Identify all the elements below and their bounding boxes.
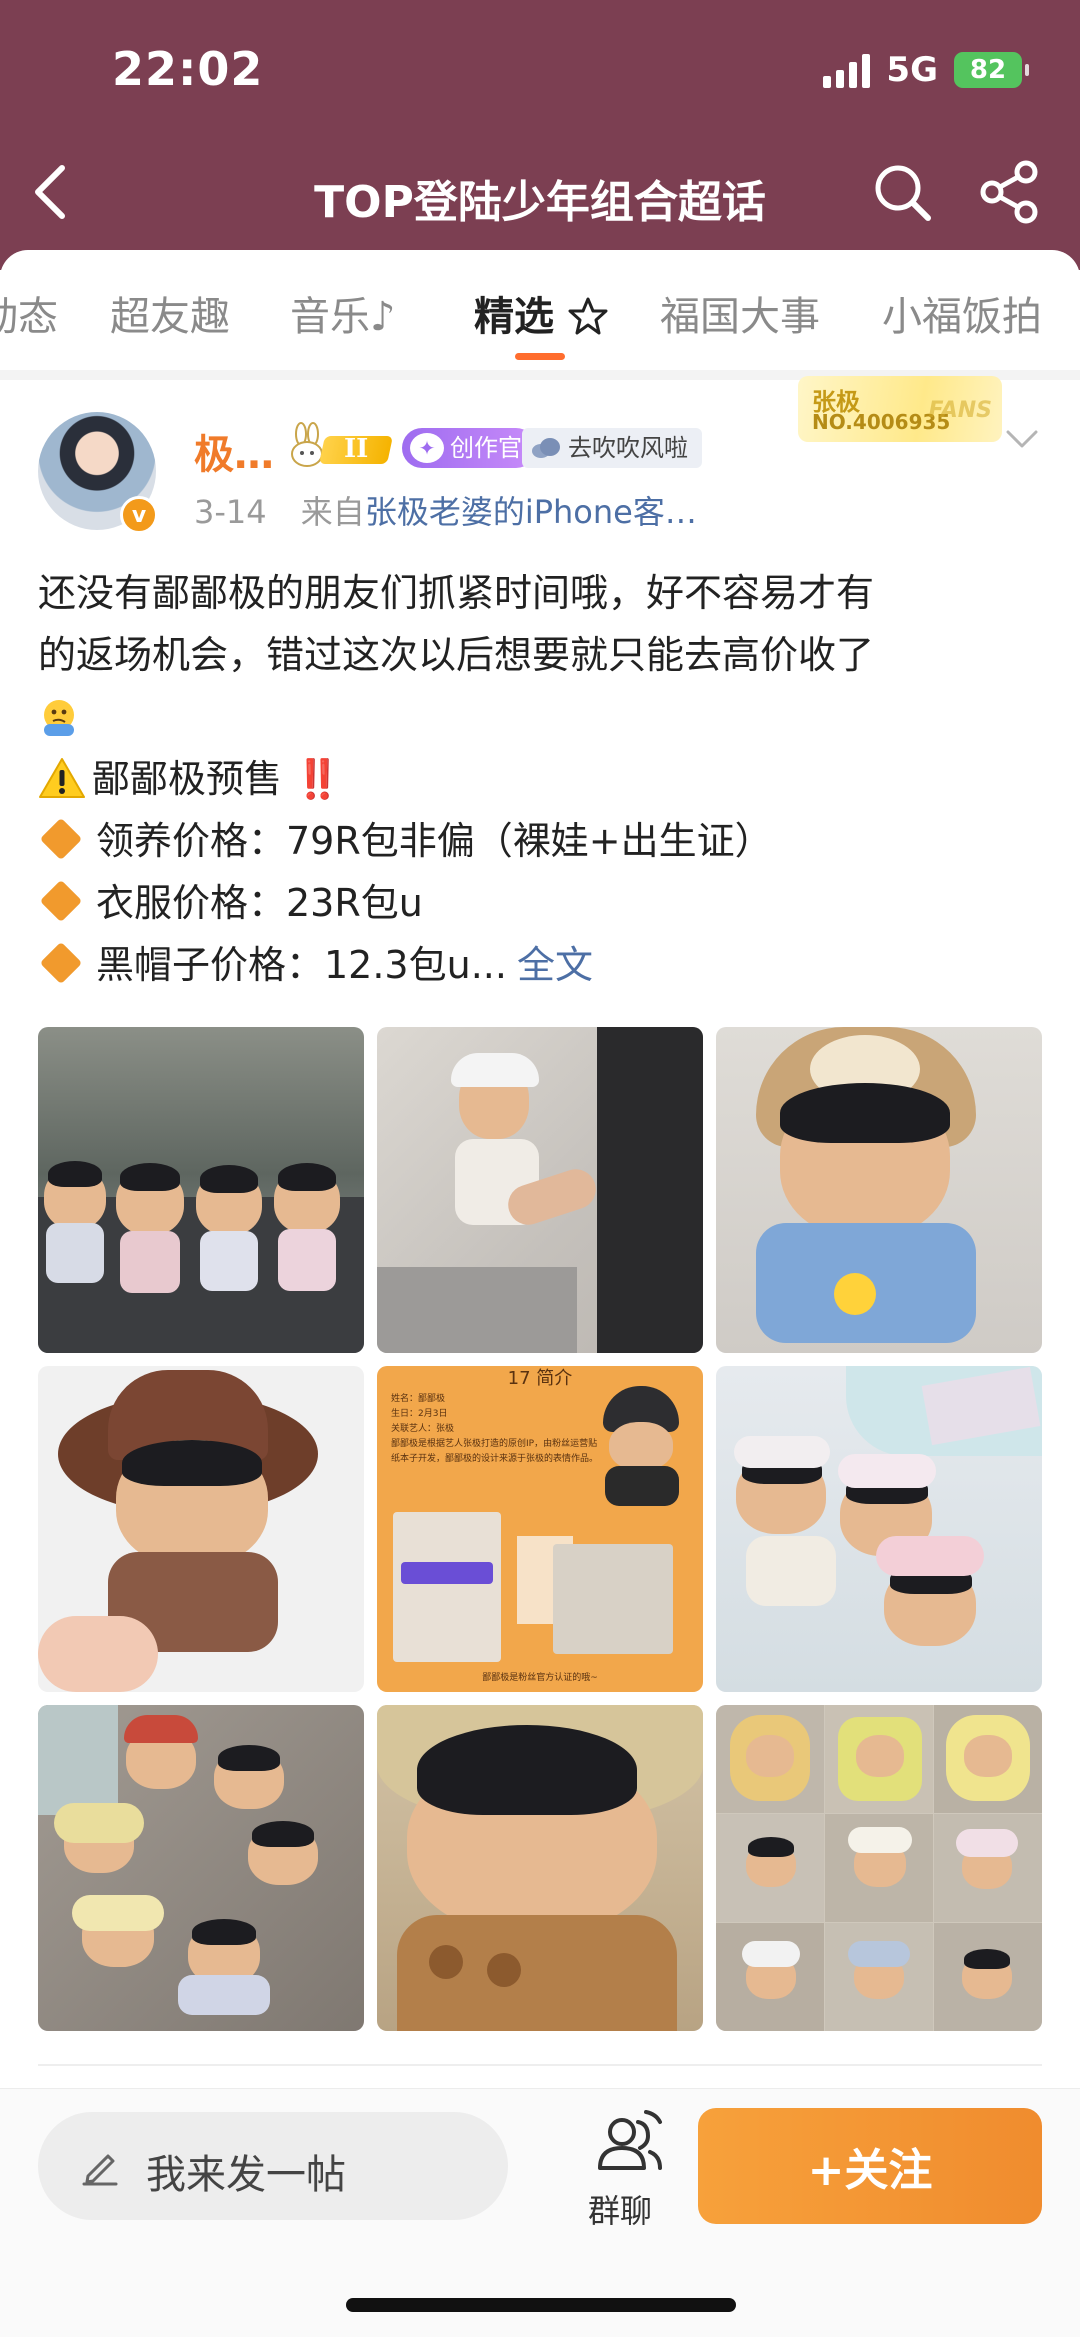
- warning-icon: [39, 758, 85, 798]
- card-info-birthday: 生日：2月3日: [391, 1409, 448, 1419]
- card-info: 姓名：鄙鄙极 生日：2月3日 关联艺人：张极 鄙鄙极是根据艺人张极打造的原创IP…: [391, 1392, 601, 1467]
- orange-diamond-icon: [39, 879, 83, 923]
- follow-button[interactable]: +关注: [698, 2108, 1042, 2224]
- post-text-line: 还没有鄙鄙极的朋友们抓紧时间哦，好不容易才有: [38, 571, 875, 615]
- tab-featured-label: 精选: [474, 294, 554, 340]
- tab-chaoyouqu[interactable]: 超友趣: [110, 284, 230, 342]
- group-chat-button[interactable]: 群聊: [580, 2108, 680, 2238]
- chevron-down-icon[interactable]: [1004, 424, 1040, 454]
- pen-icon: [82, 2154, 118, 2186]
- tab-bar: 动态 超友趣 音乐♪ 精选 福国大事 小福饭拍: [0, 250, 1080, 370]
- orange-diamond-icon: [39, 941, 83, 985]
- photo-doll-straw-hat[interactable]: [377, 1705, 703, 2031]
- status-time: 22:02: [112, 42, 264, 96]
- tab-fancam[interactable]: 小福饭拍: [882, 284, 1042, 342]
- group-chat-label: 群聊: [588, 2192, 653, 2230]
- tab-featured[interactable]: 精选: [474, 284, 608, 342]
- verified-badge-icon: v: [120, 496, 158, 534]
- group-chat-icon: [598, 2110, 662, 2170]
- photo-doll-collage[interactable]: [716, 1705, 1042, 2031]
- presale-label: 鄙鄙极预售: [92, 757, 283, 801]
- price-hat: 黑帽子价格：12.3包u...: [96, 943, 507, 987]
- price-line: 黑帽子价格：12.3包u... 全文: [38, 934, 1048, 996]
- creator-badge: ✦ 创作官: [402, 428, 536, 468]
- status-bar-right: 5G 82: [823, 50, 1029, 90]
- photo-doll-brown-hat[interactable]: [38, 1366, 364, 1692]
- card-info-desc: 鄙鄙极是根据艺人张极打造的原创IP，由粉丝运营贴纸本子开发，鄙鄙极的设计来源于张…: [391, 1439, 599, 1464]
- post-source[interactable]: 张极老婆的iPhone客…: [365, 493, 697, 531]
- creator-icon: ✦: [410, 433, 444, 463]
- card-info-artist: 关联艺人：张极: [391, 1424, 455, 1434]
- signal-icon: [823, 52, 871, 88]
- full-text-link[interactable]: 全文: [517, 943, 593, 987]
- photo-dolls-circle[interactable]: [38, 1705, 364, 2031]
- battery-icon: 82: [954, 52, 1029, 88]
- photo-doll-dressing[interactable]: [377, 1027, 703, 1353]
- price-line: 领养价格：79R包非偏（裸娃+出生证）: [38, 810, 1048, 872]
- post-meta: 3-14 来自张极老婆的iPhone客…: [194, 487, 697, 533]
- card-title: 17 简介: [507, 1368, 573, 1389]
- post-text-line: 的返场机会，错过这次以后想要就只能去高价收了: [38, 633, 875, 677]
- tab-dongtai[interactable]: 动态: [0, 284, 58, 342]
- post-text-emoji-line: [38, 686, 1048, 748]
- double-exclamation-icon: ‼️: [294, 757, 341, 801]
- post-divider: [38, 2064, 1042, 2066]
- group-badge[interactable]: 去吹吹风啦: [522, 428, 702, 468]
- post-time: 3-14: [194, 493, 267, 531]
- compose-label: 我来发一帖: [146, 2152, 346, 2198]
- compose-post-button[interactable]: 我来发一帖: [38, 2112, 508, 2220]
- share-icon[interactable]: [980, 160, 1040, 224]
- search-icon[interactable]: [870, 160, 934, 224]
- app-header: 22:02 5G 82 TOP登陆少年组合超话: [0, 0, 1080, 270]
- photo-grid: 17 简介 姓名：鄙鄙极 生日：2月3日 关联艺人：张极 鄙鄙极是根据艺人张极打…: [38, 1027, 1042, 2031]
- post-body: 还没有鄙鄙极的朋友们抓紧时间哦，好不容易才有 的返场机会，错过这次以后想要就只能…: [38, 562, 1048, 996]
- active-tab-indicator: [515, 353, 565, 360]
- follow-label: +关注: [807, 2145, 933, 2196]
- thinking-face-icon: [44, 700, 74, 736]
- username[interactable]: 极…: [194, 422, 274, 480]
- card-footer: 鄙鄙极是粉丝官方认证的哦~: [482, 1673, 598, 1683]
- fan-badge[interactable]: 张极 NO.4006935 FANS: [798, 376, 1002, 442]
- level-badge: II: [288, 422, 393, 468]
- price-clothes: 衣服价格：23R包u: [96, 881, 423, 925]
- tab-fuguo-news[interactable]: 福国大事: [660, 284, 820, 342]
- orange-diamond-icon: [39, 817, 83, 861]
- photo-dolls-lineup[interactable]: [38, 1027, 364, 1353]
- photo-doll-bear-hat[interactable]: [716, 1027, 1042, 1353]
- price-adopt: 领养价格：79R包非偏（裸娃+出生证）: [96, 819, 773, 863]
- card-info-name: 姓名：鄙鄙极: [391, 1394, 446, 1404]
- presale-line: 鄙鄙极预售 ‼️: [38, 748, 1048, 810]
- tab-music[interactable]: 音乐♪: [290, 284, 396, 342]
- star-icon: [568, 297, 608, 335]
- battery-level: 82: [969, 55, 1007, 85]
- photo-doll-profile-card[interactable]: 17 简介 姓名：鄙鄙极 生日：2月3日 关联艺人：张极 鄙鄙极是根据艺人张极打…: [377, 1366, 703, 1692]
- cloud-icon: [532, 438, 560, 458]
- source-prefix: 来自: [300, 493, 365, 531]
- home-indicator[interactable]: [346, 2298, 736, 2312]
- price-line: 衣服价格：23R包u: [38, 872, 1048, 934]
- network-label: 5G: [886, 50, 938, 90]
- fan-badge-fans: FANS: [928, 398, 992, 423]
- photo-dolls-bunny-hats[interactable]: [716, 1366, 1042, 1692]
- level-number: II: [344, 434, 369, 464]
- group-badge-label: 去吹吹风啦: [568, 434, 688, 462]
- creator-badge-label: 创作官: [450, 434, 522, 462]
